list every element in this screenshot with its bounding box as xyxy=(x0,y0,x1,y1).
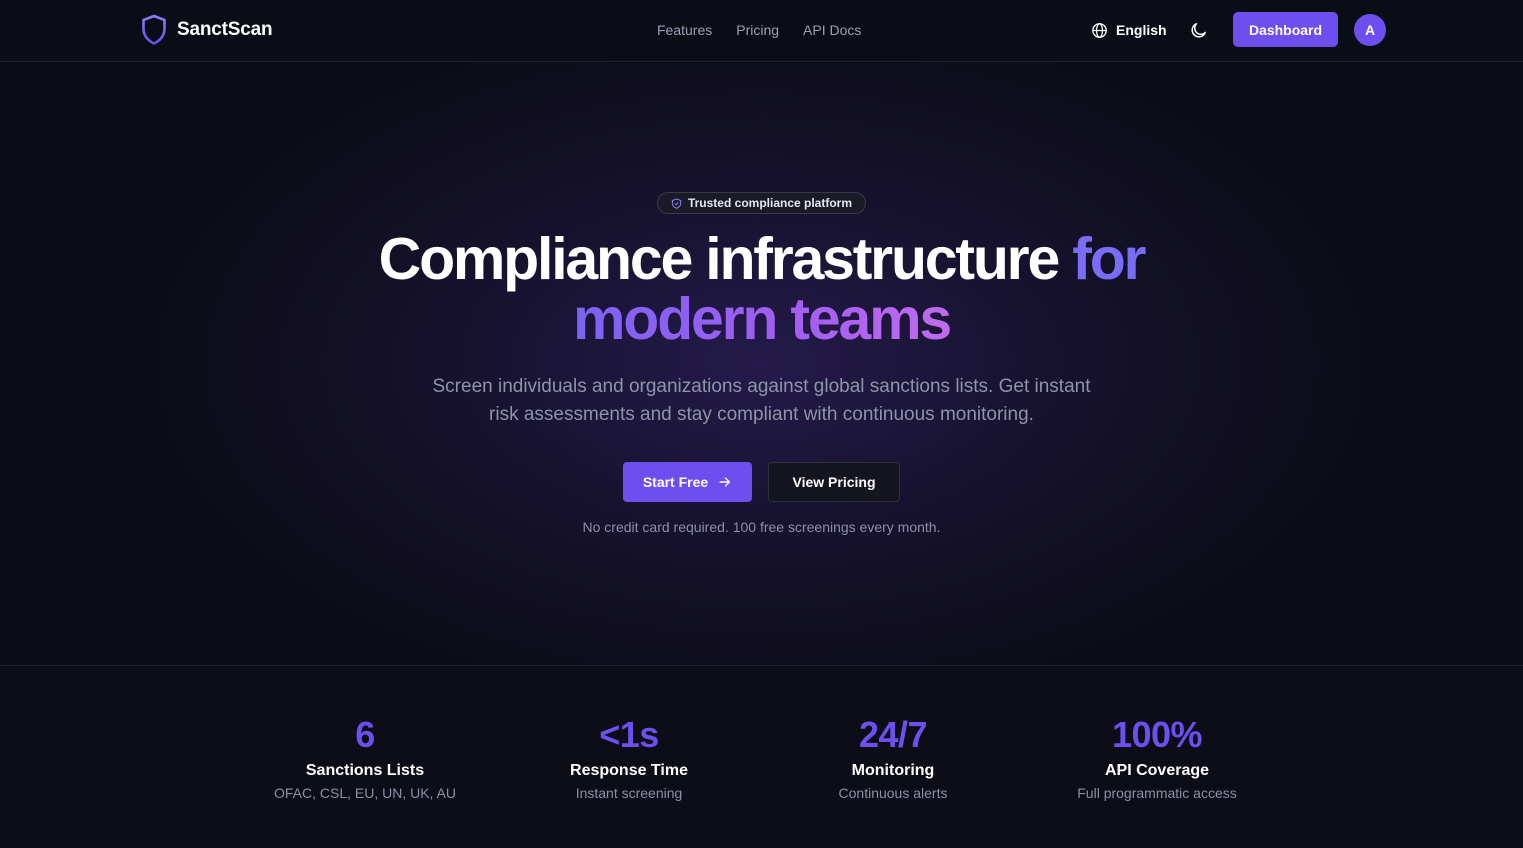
stat-monitoring: 24/7 Monitoring Continuous alerts xyxy=(763,715,1023,802)
nav-link-pricing[interactable]: Pricing xyxy=(736,20,779,40)
arrow-right-icon xyxy=(719,477,731,487)
stats-section: 6 Sanctions Lists OFAC, CSL, EU, UN, UK,… xyxy=(0,667,1523,848)
language-label: English xyxy=(1116,22,1167,38)
view-pricing-button[interactable]: View Pricing xyxy=(768,462,900,502)
avatar[interactable]: A xyxy=(1354,14,1386,46)
stat-desc: OFAC, CSL, EU, UN, UK, AU xyxy=(273,785,457,801)
moon-icon xyxy=(1190,22,1206,38)
stat-value: 100% xyxy=(1111,714,1203,755)
theme-toggle-button[interactable] xyxy=(1187,19,1209,41)
stat-sanctions-lists: 6 Sanctions Lists OFAC, CSL, EU, UN, UK,… xyxy=(235,715,495,802)
stat-desc: Continuous alerts xyxy=(838,785,948,801)
stat-value: <1s xyxy=(599,714,659,755)
nav-link-features[interactable]: Features xyxy=(657,20,712,40)
start-free-button[interactable]: Start Free xyxy=(623,462,752,502)
stat-desc: Instant screening xyxy=(575,785,683,801)
badge-label: Trusted compliance platform xyxy=(687,196,853,210)
headline-gradient: modern teams xyxy=(573,286,952,352)
stat-label: Sanctions Lists xyxy=(305,762,425,779)
shield-check-icon xyxy=(671,197,682,209)
stat-api-coverage: 100% API Coverage Full programmatic acce… xyxy=(1027,715,1287,802)
hero-headline: Compliance infrastructure for modern tea… xyxy=(0,229,1523,349)
nav-links: Features Pricing API Docs xyxy=(657,20,861,40)
brand-logo-link[interactable]: SanctScan xyxy=(141,14,273,46)
stat-value: 24/7 xyxy=(858,714,928,755)
headline-main: Compliance infrastructure xyxy=(378,226,1073,292)
headline-accent: for xyxy=(1072,226,1146,292)
brand-name: SanctScan xyxy=(177,19,273,40)
trust-badge: Trusted compliance platform xyxy=(657,192,866,214)
signup-note: No credit card required. 100 free screen… xyxy=(582,519,941,535)
stat-label: API Coverage xyxy=(1104,762,1210,779)
stat-value: 6 xyxy=(355,714,375,755)
shield-icon xyxy=(142,14,166,45)
stat-label: Response Time xyxy=(570,762,688,779)
stat-desc: Full programmatic access xyxy=(1077,785,1237,801)
hero-subtext: Screen individuals and organizations aga… xyxy=(432,376,1091,425)
nav-link-api-docs[interactable]: API Docs xyxy=(803,20,861,40)
stat-response-time: <1s Response Time Instant screening xyxy=(499,715,759,802)
hero-section: Trusted compliance platform Compliance i… xyxy=(0,63,1523,666)
stat-label: Monitoring xyxy=(851,762,935,779)
dashboard-button[interactable]: Dashboard xyxy=(1233,12,1338,47)
globe-icon xyxy=(1092,22,1107,38)
top-nav: SanctScan Features Pricing API Docs Engl… xyxy=(0,0,1523,62)
start-free-label: Start Free xyxy=(642,474,709,490)
language-selector[interactable]: English xyxy=(1091,20,1167,40)
